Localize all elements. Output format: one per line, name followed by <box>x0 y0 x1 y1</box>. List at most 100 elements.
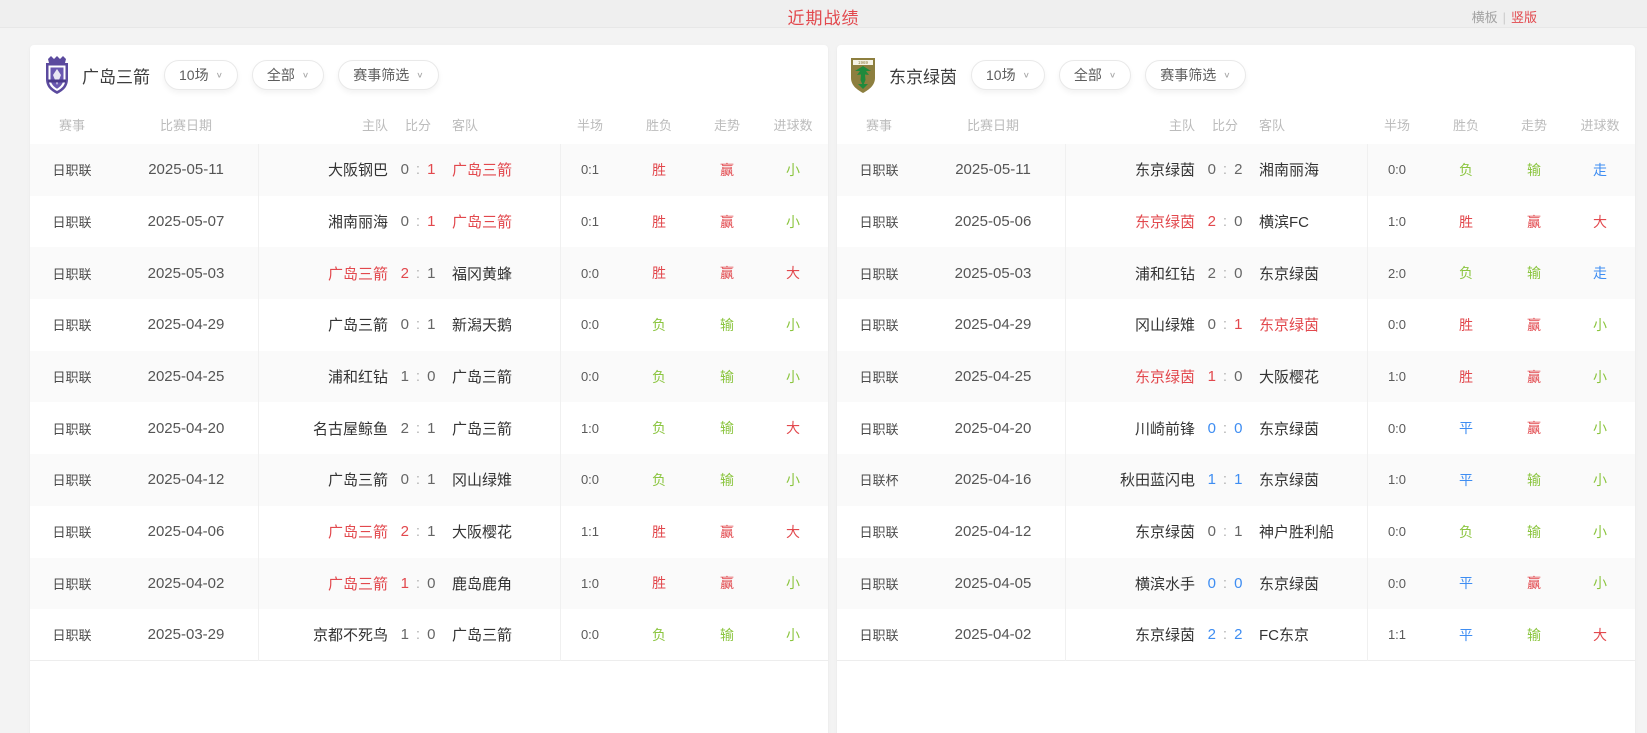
goals-value: 小 <box>763 196 823 248</box>
away-team-name: 神户胜利船 <box>1259 506 1375 558</box>
result-value: 平 <box>1436 402 1496 454</box>
result-value: 负 <box>629 402 689 454</box>
trend-chart: 胜 <box>30 695 828 733</box>
home-score: 2 <box>1208 213 1216 230</box>
match-score: 1:0 <box>1195 351 1255 403</box>
goals-value: 小 <box>1570 454 1630 506</box>
halftime-score: 0:0 <box>1367 144 1427 196</box>
goals-value: 小 <box>763 454 823 506</box>
competition-filter-dropdown[interactable]: 赛事筛选 ∨ <box>1145 60 1245 90</box>
column-header-halftime: 半场 <box>1367 105 1427 144</box>
goals-value: 小 <box>763 609 823 660</box>
trend-value: 输 <box>697 299 757 351</box>
match-count-dropdown[interactable]: 10场 ∨ <box>971 60 1045 90</box>
view-vertical-link[interactable]: 竖版 <box>1511 10 1537 25</box>
home-team-name: 广岛三箭 <box>258 558 388 610</box>
match-row[interactable]: 日职联 2025-04-29 冈山绿雉 0:1 东京绿茵 0:0 胜 赢 小 <box>837 299 1635 351</box>
away-score: 0 <box>1234 213 1242 230</box>
score-colon: : <box>1223 523 1227 540</box>
match-row[interactable]: 日职联 2025-05-11 大阪钢巴 0:1 广岛三箭 0:1 胜 赢 小 <box>30 144 828 196</box>
score-colon: : <box>416 213 420 230</box>
match-score: 0:0 <box>1195 558 1255 610</box>
match-row[interactable]: 日职联 2025-05-06 东京绿茵 2:0 横滨FC 1:0 胜 赢 大 <box>837 196 1635 248</box>
match-league: 日职联 <box>837 196 921 248</box>
away-team-name: 广岛三箭 <box>452 144 568 196</box>
match-count-value: 10场 <box>179 65 209 85</box>
match-row[interactable]: 日职联 2025-05-11 东京绿茵 0:2 湘南丽海 0:0 负 输 走 <box>837 144 1635 196</box>
svg-text:1969: 1969 <box>858 60 869 65</box>
column-header-score: 比分 <box>388 105 448 144</box>
match-row[interactable]: 日职联 2025-04-20 川崎前锋 0:0 东京绿茵 0:0 平 赢 小 <box>837 402 1635 454</box>
away-team-name: 鹿岛鹿角 <box>452 558 568 610</box>
match-row[interactable]: 日职联 2025-04-12 广岛三箭 0:1 冈山绿雉 0:0 负 输 小 <box>30 454 828 506</box>
match-row[interactable]: 日联杯 2025-04-16 秋田蓝闪电 1:1 东京绿茵 1:0 平 输 小 <box>837 454 1635 506</box>
match-count-dropdown[interactable]: 10场 ∨ <box>164 60 238 90</box>
trend-value: 赢 <box>1504 558 1564 610</box>
result-value: 胜 <box>629 144 689 196</box>
match-row[interactable]: 日职联 2025-04-25 东京绿茵 1:0 大阪樱花 1:0 胜 赢 小 <box>837 351 1635 403</box>
match-row[interactable]: 日职联 2025-05-03 广岛三箭 2:1 福冈黄蜂 0:0 胜 赢 大 <box>30 247 828 299</box>
result-value: 平 <box>1436 454 1496 506</box>
trend-value: 输 <box>1504 454 1564 506</box>
trend-value: 赢 <box>1504 351 1564 403</box>
match-row[interactable]: 日职联 2025-04-06 广岛三箭 2:1 大阪樱花 1:1 胜 赢 大 <box>30 506 828 558</box>
team-logo-icon <box>42 55 74 95</box>
column-divider <box>258 144 259 661</box>
score-colon: : <box>416 471 420 488</box>
score-colon: : <box>416 161 420 178</box>
home-score: 2 <box>401 523 409 540</box>
goals-value: 大 <box>763 402 823 454</box>
goals-value: 小 <box>1570 506 1630 558</box>
table-body: 日职联 2025-05-11 大阪钢巴 0:1 广岛三箭 0:1 胜 赢 小 日… <box>30 144 828 661</box>
result-value: 平 <box>1436 609 1496 660</box>
match-date: 2025-05-06 <box>921 196 1065 248</box>
result-value: 负 <box>1436 144 1496 196</box>
view-toggle-separator: | <box>1503 10 1506 25</box>
view-horizontal-link[interactable]: 横板 <box>1472 10 1498 25</box>
result-value: 胜 <box>629 247 689 299</box>
home-team-name: 浦和红钻 <box>258 351 388 403</box>
home-team-name: 广岛三箭 <box>258 506 388 558</box>
match-date: 2025-04-29 <box>921 299 1065 351</box>
match-date: 2025-04-16 <box>921 454 1065 506</box>
column-header-date: 比赛日期 <box>114 105 258 144</box>
match-row[interactable]: 日职联 2025-05-07 湘南丽海 0:1 广岛三箭 0:1 胜 赢 小 <box>30 196 828 248</box>
match-league: 日职联 <box>30 299 114 351</box>
away-score: 0 <box>1234 265 1242 282</box>
match-row[interactable]: 日职联 2025-04-02 东京绿茵 2:2 FC东京 1:1 平 输 大 <box>837 609 1635 661</box>
match-row[interactable]: 日职联 2025-03-29 京都不死鸟 1:0 广岛三箭 0:0 负 输 小 <box>30 609 828 661</box>
page-title: 近期战绩 <box>0 4 1647 29</box>
match-league: 日职联 <box>30 506 114 558</box>
away-score: 0 <box>427 626 435 643</box>
team-name: 广岛三箭 <box>82 63 150 88</box>
match-row[interactable]: 日职联 2025-04-02 广岛三箭 1:0 鹿岛鹿角 1:0 胜 赢 小 <box>30 558 828 610</box>
competition-filter-dropdown[interactable]: 赛事筛选 ∨ <box>338 60 438 90</box>
away-team-name: 冈山绿雉 <box>452 454 568 506</box>
match-row[interactable]: 日职联 2025-04-05 横滨水手 0:0 东京绿茵 0:0 平 赢 小 <box>837 558 1635 610</box>
hiroshima-crest-icon <box>42 55 72 95</box>
halftime-score: 0:0 <box>560 299 620 351</box>
score-colon: : <box>416 420 420 437</box>
match-row[interactable]: 日职联 2025-04-12 东京绿茵 0:1 神户胜利船 0:0 负 输 小 <box>837 506 1635 558</box>
halftime-score: 1:0 <box>560 402 620 454</box>
match-row[interactable]: 日职联 2025-04-25 浦和红钻 1:0 广岛三箭 0:0 负 输 小 <box>30 351 828 403</box>
goals-value: 小 <box>1570 558 1630 610</box>
home-team-name: 东京绿茵 <box>1065 351 1195 403</box>
home-team-name: 大阪钢巴 <box>258 144 388 196</box>
match-row[interactable]: 日职联 2025-04-29 广岛三箭 0:1 新潟天鹅 0:0 负 输 小 <box>30 299 828 351</box>
halftime-score: 1:0 <box>1367 351 1427 403</box>
team-logo-icon: 1969 <box>849 55 881 95</box>
column-divider <box>560 144 561 661</box>
away-team-name: 大阪樱花 <box>452 506 568 558</box>
scope-dropdown[interactable]: 全部 ∨ <box>252 60 324 90</box>
column-header-home: 主队 <box>258 105 388 144</box>
scope-dropdown[interactable]: 全部 ∨ <box>1059 60 1131 90</box>
match-league: 日职联 <box>30 144 114 196</box>
match-score: 0:1 <box>1195 299 1255 351</box>
goals-value: 小 <box>1570 299 1630 351</box>
result-value: 胜 <box>629 506 689 558</box>
match-row[interactable]: 日职联 2025-04-20 名古屋鲸鱼 2:1 广岛三箭 1:0 负 输 大 <box>30 402 828 454</box>
away-team-name: 大阪樱花 <box>1259 351 1375 403</box>
halftime-score: 2:0 <box>1367 247 1427 299</box>
match-row[interactable]: 日职联 2025-05-03 浦和红钻 2:0 东京绿茵 2:0 负 输 走 <box>837 247 1635 299</box>
